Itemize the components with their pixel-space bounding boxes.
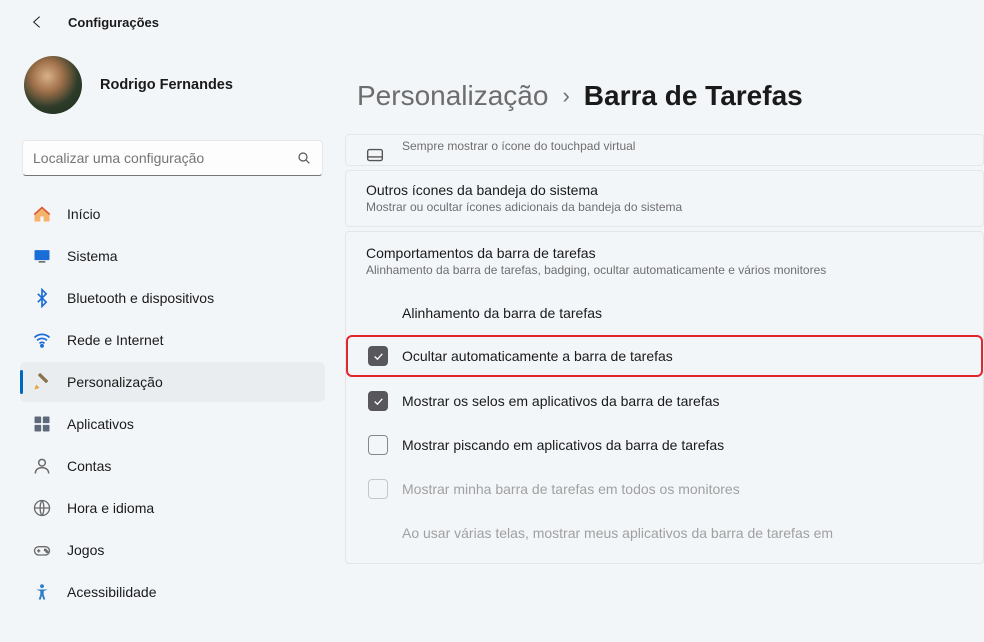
all-monitors-checkbox — [368, 479, 388, 499]
tray-title: Outros ícones da bandeja do sistema — [366, 182, 963, 198]
alignment-label: Alinhamento da barra de tarefas — [402, 305, 602, 321]
search-input[interactable] — [33, 150, 296, 166]
sidebar-item-label: Jogos — [67, 542, 104, 558]
flash-checkbox[interactable] — [368, 435, 388, 455]
sidebar-item-label: Rede e Internet — [67, 332, 164, 348]
sidebar-item-label: Personalização — [67, 374, 163, 390]
sidebar-item-system[interactable]: Sistema — [20, 236, 325, 276]
sidebar-item-home[interactable]: Início — [20, 194, 325, 234]
behaviors-card: Comportamentos da barra de tarefas Alinh… — [345, 231, 984, 564]
time-language-icon — [32, 498, 52, 518]
sidebar-item-apps[interactable]: Aplicativos — [20, 404, 325, 444]
sidebar-item-label: Hora e idioma — [67, 500, 154, 516]
sidebar-item-accessibility[interactable]: Acessibilidade — [20, 572, 325, 612]
profile-block[interactable]: Rodrigo Fernandes — [24, 56, 325, 114]
sidebar-item-network[interactable]: Rede e Internet — [20, 320, 325, 360]
flash-label: Mostrar piscando em aplicativos da barra… — [402, 437, 724, 453]
multi-monitor-note: Ao usar várias telas, mostrar meus aplic… — [346, 511, 983, 555]
chevron-right-icon: › — [562, 83, 569, 109]
behaviors-list: Alinhamento da barra de tarefas Ocultar … — [346, 291, 983, 563]
search-icon — [296, 150, 312, 166]
breadcrumb-parent[interactable]: Personalização — [357, 80, 548, 112]
wifi-icon — [32, 330, 52, 350]
auto-hide-checkbox[interactable] — [368, 346, 388, 366]
sidebar-item-label: Aplicativos — [67, 416, 134, 432]
content-area: Personalização › Barra de Tarefas Sempre… — [345, 44, 984, 642]
apps-icon — [32, 414, 52, 434]
behaviors-title: Comportamentos da barra de tarefas — [366, 245, 963, 261]
accounts-icon — [32, 456, 52, 476]
behaviors-header[interactable]: Comportamentos da barra de tarefas Alinh… — [346, 232, 983, 291]
sidebar-item-label: Bluetooth e dispositivos — [67, 290, 214, 306]
sidebar-item-time-language[interactable]: Hora e idioma — [20, 488, 325, 528]
badges-checkbox[interactable] — [368, 391, 388, 411]
avatar — [24, 56, 82, 114]
home-icon — [32, 204, 52, 224]
bluetooth-icon — [32, 288, 52, 308]
alignment-row[interactable]: Alinhamento da barra de tarefas — [346, 293, 983, 333]
sidebar: Rodrigo Fernandes Início Sistema Bluetoo… — [0, 44, 345, 642]
auto-hide-label: Ocultar automaticamente a barra de taref… — [402, 348, 673, 364]
tray-icons-card[interactable]: Outros ícones da bandeja do sistema Most… — [345, 170, 984, 227]
sidebar-item-accounts[interactable]: Contas — [20, 446, 325, 486]
badges-row[interactable]: Mostrar os selos em aplicativos da barra… — [346, 379, 983, 423]
sidebar-item-personalization[interactable]: Personalização — [20, 362, 325, 402]
sidebar-item-bluetooth[interactable]: Bluetooth e dispositivos — [20, 278, 325, 318]
touchpad-icon — [364, 145, 386, 167]
breadcrumb: Personalização › Barra de Tarefas — [345, 80, 984, 134]
gaming-icon — [32, 540, 52, 560]
personalization-icon — [32, 372, 52, 392]
sidebar-item-label: Início — [67, 206, 100, 222]
sidebar-item-label: Acessibilidade — [67, 584, 157, 600]
search-box[interactable] — [22, 140, 323, 176]
auto-hide-row[interactable]: Ocultar automaticamente a barra de taref… — [346, 335, 983, 377]
sidebar-item-label: Contas — [67, 458, 111, 474]
badges-label: Mostrar os selos em aplicativos da barra… — [402, 393, 719, 409]
touchpad-card[interactable]: Sempre mostrar o ícone do touchpad virtu… — [345, 134, 984, 166]
app-title: Configurações — [68, 15, 159, 30]
system-icon — [32, 246, 52, 266]
all-monitors-row: Mostrar minha barra de tarefas em todos … — [346, 467, 983, 511]
sidebar-item-label: Sistema — [67, 248, 118, 264]
profile-name: Rodrigo Fernandes — [100, 77, 233, 93]
flash-row[interactable]: Mostrar piscando em aplicativos da barra… — [346, 423, 983, 467]
touchpad-subtitle: Sempre mostrar o ícone do touchpad virtu… — [402, 139, 963, 153]
all-monitors-label: Mostrar minha barra de tarefas em todos … — [402, 481, 740, 497]
accessibility-icon — [32, 582, 52, 602]
back-button[interactable] — [28, 13, 46, 31]
tray-subtitle: Mostrar ou ocultar ícones adicionais da … — [366, 200, 963, 214]
behaviors-subtitle: Alinhamento da barra de tarefas, badging… — [366, 263, 963, 277]
sidebar-item-gaming[interactable]: Jogos — [20, 530, 325, 570]
nav-list: Início Sistema Bluetooth e dispositivos … — [20, 194, 325, 616]
breadcrumb-current: Barra de Tarefas — [584, 80, 803, 112]
